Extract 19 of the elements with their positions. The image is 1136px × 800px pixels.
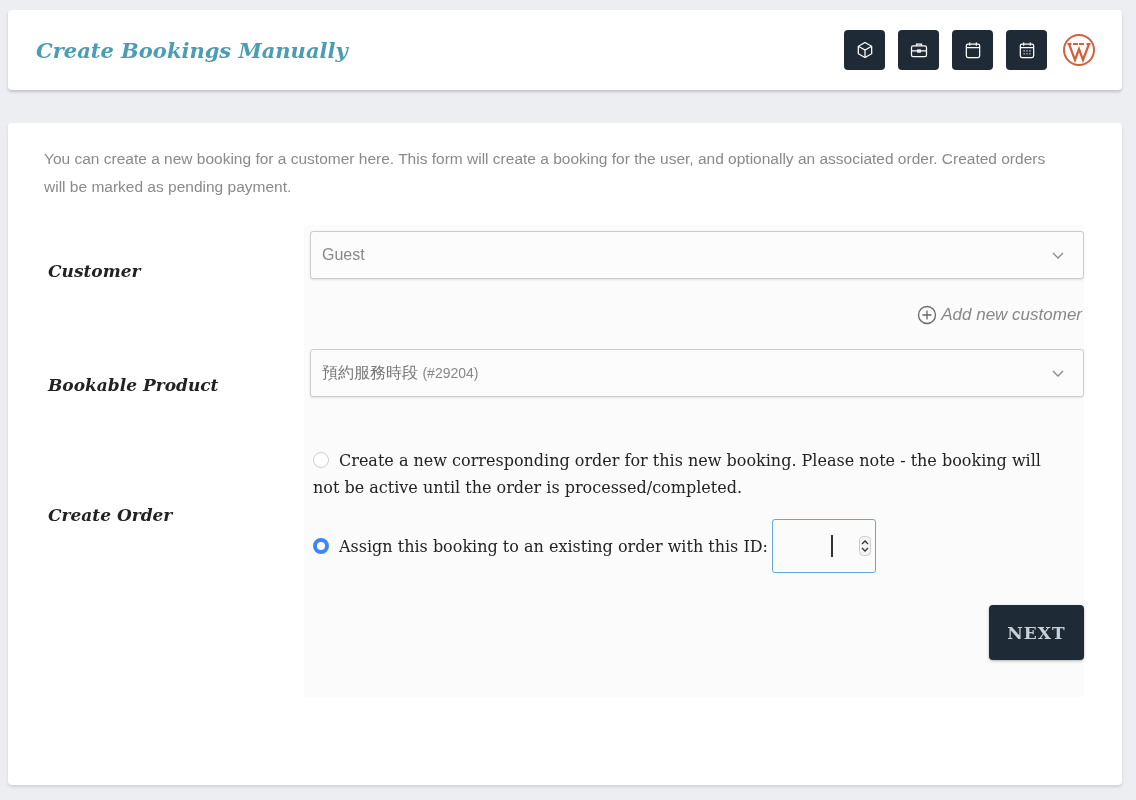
next-button[interactable]: NEXT bbox=[989, 605, 1084, 660]
page-title: Create Bookings Manually bbox=[36, 37, 348, 63]
cube-button[interactable] bbox=[844, 30, 885, 70]
select-field[interactable]: 預約服務時段 (#29204) bbox=[310, 349, 1084, 397]
field-label: Bookable Product bbox=[48, 375, 219, 395]
w-logo-icon[interactable] bbox=[1062, 33, 1096, 67]
calendar-button[interactable] bbox=[952, 30, 993, 70]
order-id-input[interactable] bbox=[771, 519, 876, 573]
radio-button[interactable]: Create a new corresponding order for this new booking. Please note - the booking will not be active until the order is processed/completed. bbox=[313, 447, 1063, 501]
calendar-grid-button[interactable] bbox=[1006, 30, 1047, 70]
select-field[interactable]: Guest bbox=[310, 231, 1084, 279]
plus-circle-icon bbox=[917, 305, 938, 325]
spinner-arrows-icon bbox=[858, 536, 871, 556]
add-customer-link[interactable]: Add new customer bbox=[917, 305, 1082, 325]
field-label: Customer bbox=[48, 261, 141, 281]
intro-text: You can create a new booking for a customer here. This form will create a booking for the user, and optionally an associated order. Created orders will be marked as pending payment. bbox=[44, 149, 1047, 197]
radio-button[interactable]: Assign this booking to an existing order with this ID: bbox=[313, 532, 768, 560]
field-label: Create Order bbox=[48, 505, 173, 525]
briefcase-button[interactable] bbox=[898, 30, 939, 70]
